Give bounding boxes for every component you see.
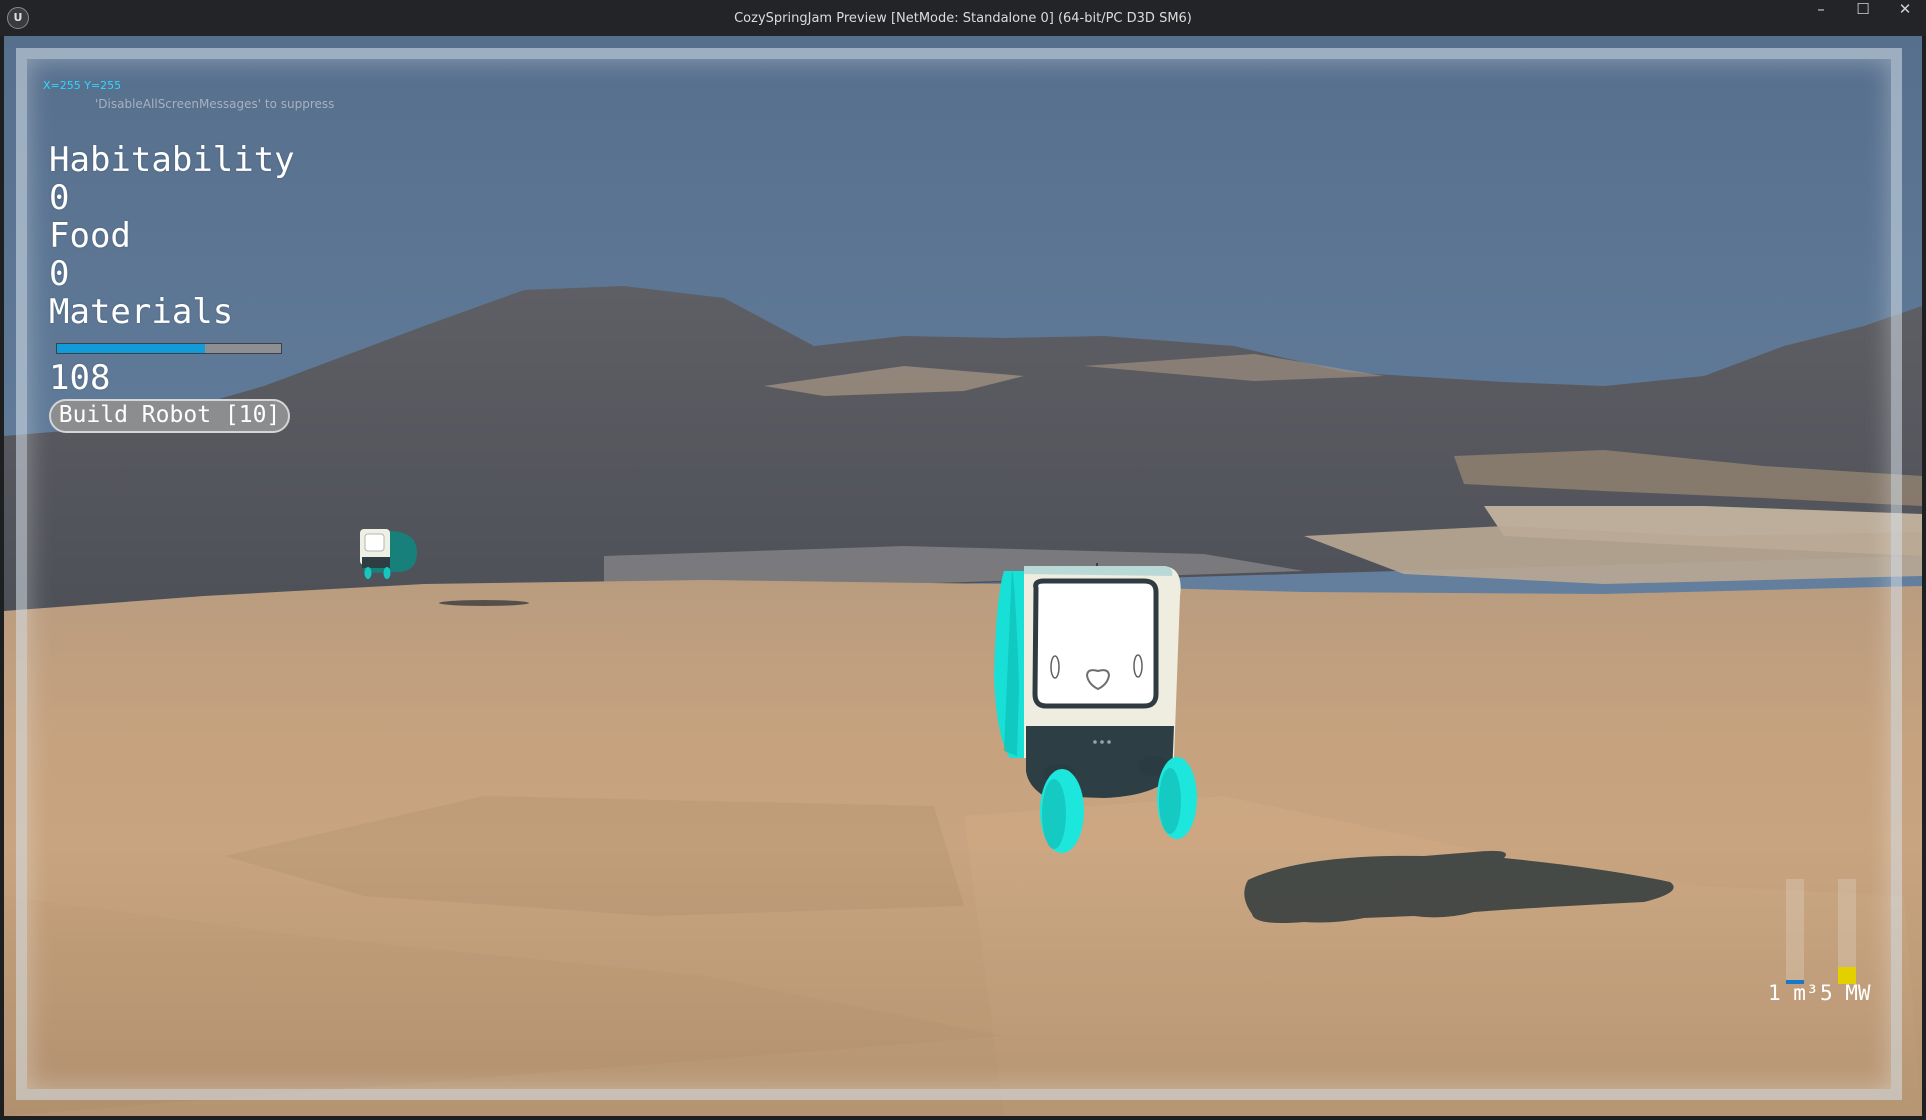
habitability-label: Habitability <box>49 140 295 180</box>
materials-value: 108 <box>49 358 111 398</box>
game-scene <box>4 36 1922 1116</box>
materials-progress-bar <box>56 343 282 354</box>
robot-shadow <box>439 600 529 606</box>
debug-suppress-message: 'DisableAllScreenMessages' to suppress <box>95 97 335 111</box>
water-gauge-label: 1 m³ <box>1768 981 1819 1005</box>
vignette <box>4 36 1922 1116</box>
minimize-icon[interactable]: – <box>1800 0 1842 32</box>
water-gauge <box>1786 879 1804 984</box>
food-label: Food <box>49 216 131 256</box>
materials-label: Materials <box>49 292 234 332</box>
power-gauge-label: 5 MW <box>1820 981 1871 1005</box>
materials-progress-fill <box>57 344 205 353</box>
window-titlebar: U CozySpringJam Preview [NetMode: Standa… <box>0 0 1926 36</box>
build-robot-button[interactable]: Build Robot [10] <box>49 399 290 433</box>
window-title: CozySpringJam Preview [NetMode: Standalo… <box>734 11 1192 26</box>
debug-coords: X=255 Y=255 <box>43 79 122 92</box>
maximize-icon[interactable]: ☐ <box>1842 0 1884 32</box>
game-viewport[interactable]: X=255 Y=255 'DisableAllScreenMessages' t… <box>4 36 1922 1116</box>
food-value: 0 <box>49 254 70 294</box>
close-icon[interactable]: ✕ <box>1884 0 1926 32</box>
power-gauge <box>1838 879 1856 984</box>
habitability-value: 0 <box>49 178 70 218</box>
